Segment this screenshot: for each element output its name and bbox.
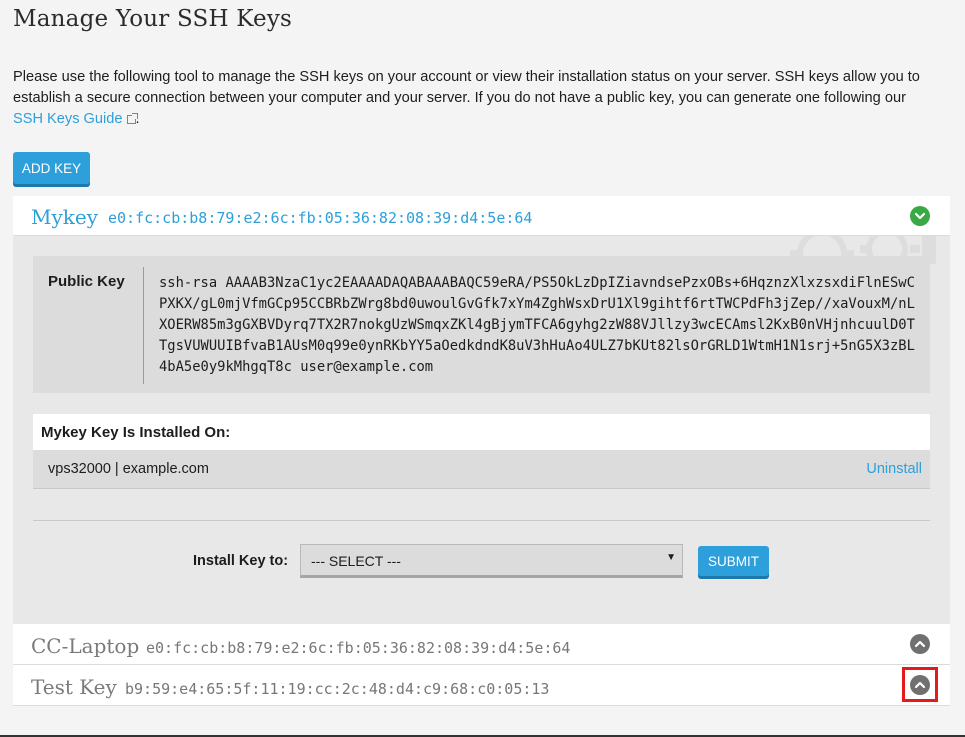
divider (143, 267, 144, 384)
key-header[interactable]: Mykey e0:fc:cb:b8:79:e2:6c:fb:05:36:82:0… (13, 196, 950, 236)
key-header[interactable]: CC-Laptop e0:fc:cb:b8:79:e2:6c:fb:05:36:… (13, 624, 950, 664)
public-key-value[interactable]: ssh-rsa AAAAB3NzaC1yc2EAAAADAQABAAABAQC5… (159, 273, 919, 378)
key-details-panel: Public Key ssh-rsa AAAAB3NzaC1yc2EAAAADA… (13, 236, 950, 624)
external-link-icon (126, 113, 138, 124)
key-fingerprint: e0:fc:cb:b8:79:e2:6c:fb:05:36:82:08:39:d… (108, 209, 533, 227)
divider (33, 520, 930, 521)
page-title: Manage Your SSH Keys (13, 6, 293, 32)
add-key-button[interactable]: ADD KEY (13, 152, 90, 184)
install-key-label: Install Key to: (193, 553, 289, 569)
installed-host: vps32000 | example.com (48, 461, 209, 477)
chevron-up-icon[interactable] (910, 634, 930, 654)
highlight-box (902, 667, 938, 702)
submit-button[interactable]: SUBMIT (698, 546, 769, 576)
public-key-box: Public Key ssh-rsa AAAAB3NzaC1yc2EAAAADA… (33, 256, 930, 393)
ssh-keys-guide-link[interactable]: SSH Keys Guide (13, 111, 138, 127)
intro-text: Please use the following tool to manage … (13, 67, 938, 130)
select-value: --- SELECT --- (311, 553, 401, 569)
installed-on-title: Mykey Key Is Installed On: (41, 424, 231, 441)
key-panel-cc-laptop[interactable]: CC-Laptop e0:fc:cb:b8:79:e2:6c:fb:05:36:… (13, 624, 950, 665)
server-select[interactable]: --- SELECT --- ▼ (300, 544, 683, 578)
key-name[interactable]: CC-Laptop (31, 634, 139, 658)
installed-on-table: Mykey Key Is Installed On: vps32000 | ex… (33, 414, 930, 489)
key-panel-mykey[interactable]: Mykey e0:fc:cb:b8:79:e2:6c:fb:05:36:82:0… (13, 196, 950, 236)
uninstall-link[interactable]: Uninstall (866, 461, 922, 477)
dropdown-caret-icon: ▼ (666, 552, 676, 563)
key-name[interactable]: Mykey (31, 205, 98, 229)
intro-body: Please use the following tool to manage … (13, 69, 920, 106)
public-key-label: Public Key (48, 273, 125, 290)
key-fingerprint: b9:59:e4:65:5f:11:19:cc:2c:48:d4:c9:68:c… (125, 680, 550, 698)
key-fingerprint: e0:fc:cb:b8:79:e2:6c:fb:05:36:82:08:39:d… (146, 639, 571, 657)
key-header[interactable]: Test Key b9:59:e4:65:5f:11:19:cc:2c:48:d… (13, 665, 950, 705)
installed-on-header: Mykey Key Is Installed On: (33, 414, 930, 450)
table-row: vps32000 | example.com Uninstall (33, 450, 930, 489)
key-panel-test-key[interactable]: Test Key b9:59:e4:65:5f:11:19:cc:2c:48:d… (13, 665, 950, 706)
ssh-keys-guide-label: SSH Keys Guide (13, 111, 123, 127)
chevron-down-icon[interactable] (910, 206, 930, 226)
key-name[interactable]: Test Key (31, 675, 117, 699)
